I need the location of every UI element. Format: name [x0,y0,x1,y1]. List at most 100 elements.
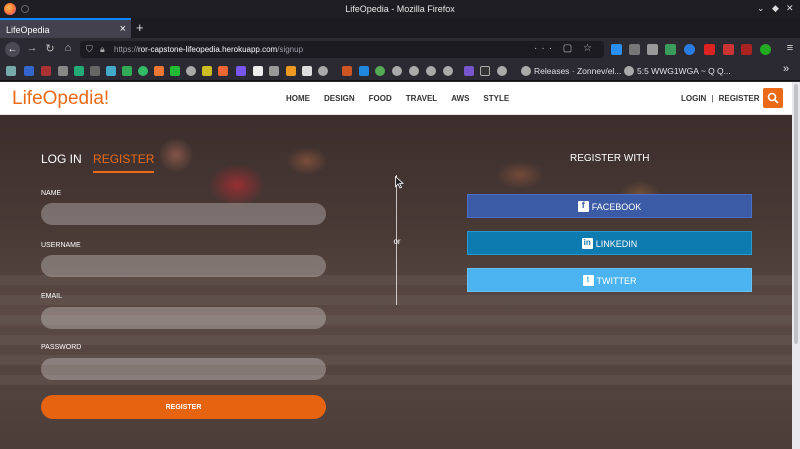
name-input[interactable] [41,203,326,225]
navigation-bar: ← → ↻ ⌂ ⛉ 🔒︎ https://ror-capstone-lifeop… [0,38,800,61]
globe-icon[interactable] [497,66,507,76]
bookmark-icon[interactable] [58,66,68,76]
home-icon[interactable]: ⌂ [61,42,75,54]
bookmark-icon[interactable] [41,66,51,76]
mouse-cursor-icon [395,176,404,189]
search-button[interactable] [763,88,783,108]
email-input[interactable] [41,307,326,329]
menu-icon[interactable]: ≡ [783,42,797,54]
bookmark-icon[interactable] [269,66,279,76]
bookmark-icon[interactable] [202,66,212,76]
bookmark-icon[interactable] [253,66,263,76]
globe-icon[interactable] [186,66,196,76]
url-path: /signup [277,45,304,54]
extension-icon[interactable] [665,44,676,55]
reload-icon[interactable]: ↻ [43,42,57,55]
web-page: LifeOpedia! HOME DESIGN FOOD TRAVEL AWS STYLE… [0,82,792,449]
globe-icon[interactable] [521,66,531,76]
username-input[interactable] [41,255,326,277]
lock-icon[interactable]: 🔒︎ [100,44,105,55]
shield-icon[interactable]: ⛉ [86,44,93,55]
nav-travel[interactable]: TRAVEL [406,94,437,103]
bookmark-icon[interactable] [24,66,34,76]
tab-register[interactable]: REGISTER [93,152,155,173]
nav-style[interactable]: STYLE [483,94,509,103]
bookmark-icon[interactable] [170,66,180,76]
library-icon[interactable] [629,44,640,55]
bookmark-icon[interactable] [218,66,228,76]
new-tab-icon[interactable]: + [136,20,144,35]
globe-icon[interactable] [426,66,436,76]
site-header: LifeOpedia! HOME DESIGN FOOD TRAVEL AWS STYLE… [0,82,792,115]
bookmark-icon[interactable] [464,66,474,76]
auth-separator: | [711,94,714,103]
download-icon[interactable] [611,44,622,55]
scrollbar-thumb[interactable] [794,84,798,344]
bookmark-icon[interactable] [6,66,16,76]
register-link[interactable]: REGISTER [719,94,760,103]
bookmark-icon[interactable] [286,66,296,76]
close-tab-icon[interactable]: × [120,23,126,35]
forward-icon[interactable]: → [25,42,39,54]
url-host: ror-capstone-lifeopedia.herokuapp.com [138,45,278,54]
tab-login[interactable]: LOG IN [41,152,82,166]
bookmark-releases[interactable]: Releases · Zonnev/el... [534,66,621,76]
name-label: NAME [41,190,62,197]
facebook-label: FACEBOOK [591,202,642,212]
bookmark-icon[interactable] [138,66,148,76]
back-icon[interactable]: ← [5,42,20,57]
password-label: PASSWORD [41,344,82,351]
bookmark-icon[interactable] [74,66,84,76]
globe-icon[interactable] [392,66,402,76]
register-with-heading: REGISTER WITH [570,153,650,164]
maximize-icon[interactable]: ◆ [772,3,779,14]
nav-food[interactable]: FOOD [369,94,392,103]
twitter-icon: t [582,275,594,286]
ublock-icon[interactable] [704,44,715,55]
form-tabs: LOG IN REGISTER [41,152,155,173]
bookmark-wwg1wga[interactable]: 5:5 WWG1WGA ~ Q Q... [637,66,731,76]
password-input[interactable] [41,358,326,380]
bookmark-icon[interactable] [302,66,312,76]
nav-home[interactable]: HOME [286,94,310,103]
page-actions-icon[interactable]: ··· ▢ ☆ [534,43,596,54]
bookmark-icon[interactable] [480,66,490,76]
bookmark-icon[interactable] [375,66,385,76]
bookmark-icon[interactable] [342,66,352,76]
or-separator: or [393,237,401,246]
sidebar-icon[interactable] [647,44,658,55]
globe-icon[interactable] [624,66,634,76]
bookmark-icon[interactable] [359,66,369,76]
linkedin-button[interactable]: in LINKEDIN [467,231,752,255]
register-submit-button[interactable]: REGISTER [41,395,326,419]
extension-icon[interactable] [723,44,734,55]
bookmark-icon[interactable] [106,66,116,76]
main-nav: HOME DESIGN FOOD TRAVEL AWS STYLE [286,94,523,103]
bookmark-icon[interactable] [90,66,100,76]
site-logo[interactable]: LifeOpedia! [12,88,109,110]
extension-icon[interactable] [760,44,771,55]
globe-icon[interactable] [409,66,419,76]
extension-icon[interactable] [684,44,695,55]
extension-icon[interactable] [741,44,752,55]
globe-icon[interactable] [443,66,453,76]
bookmark-icon[interactable] [154,66,164,76]
close-window-icon[interactable]: ✕ [786,3,794,14]
twitter-button[interactable]: t TWITTER [467,268,752,292]
nav-aws[interactable]: AWS [451,94,469,103]
facebook-button[interactable]: f FACEBOOK [467,194,752,218]
tab-strip: LifeOpedia × + [0,18,800,38]
window-titlebar: LifeOpedia - Mozilla Firefox ⌄ ◆ ✕ [0,0,800,18]
minimize-icon[interactable]: ⌄ [757,3,765,14]
username-label: USERNAME [41,242,81,249]
url-bar[interactable]: ⛉ 🔒︎ https://ror-capstone-lifeopedia.her… [80,41,604,58]
bookmark-icon[interactable] [236,66,246,76]
more-bookmarks-icon[interactable]: » [783,63,789,75]
bookmark-icon[interactable] [122,66,132,76]
login-link[interactable]: LOGIN [681,94,706,103]
globe-icon[interactable] [318,66,328,76]
nav-design[interactable]: DESIGN [324,94,355,103]
tab-lifeopedia[interactable]: LifeOpedia × [0,18,131,38]
linkedin-label: LINKEDIN [595,239,638,249]
page-scrollbar[interactable] [792,82,800,449]
